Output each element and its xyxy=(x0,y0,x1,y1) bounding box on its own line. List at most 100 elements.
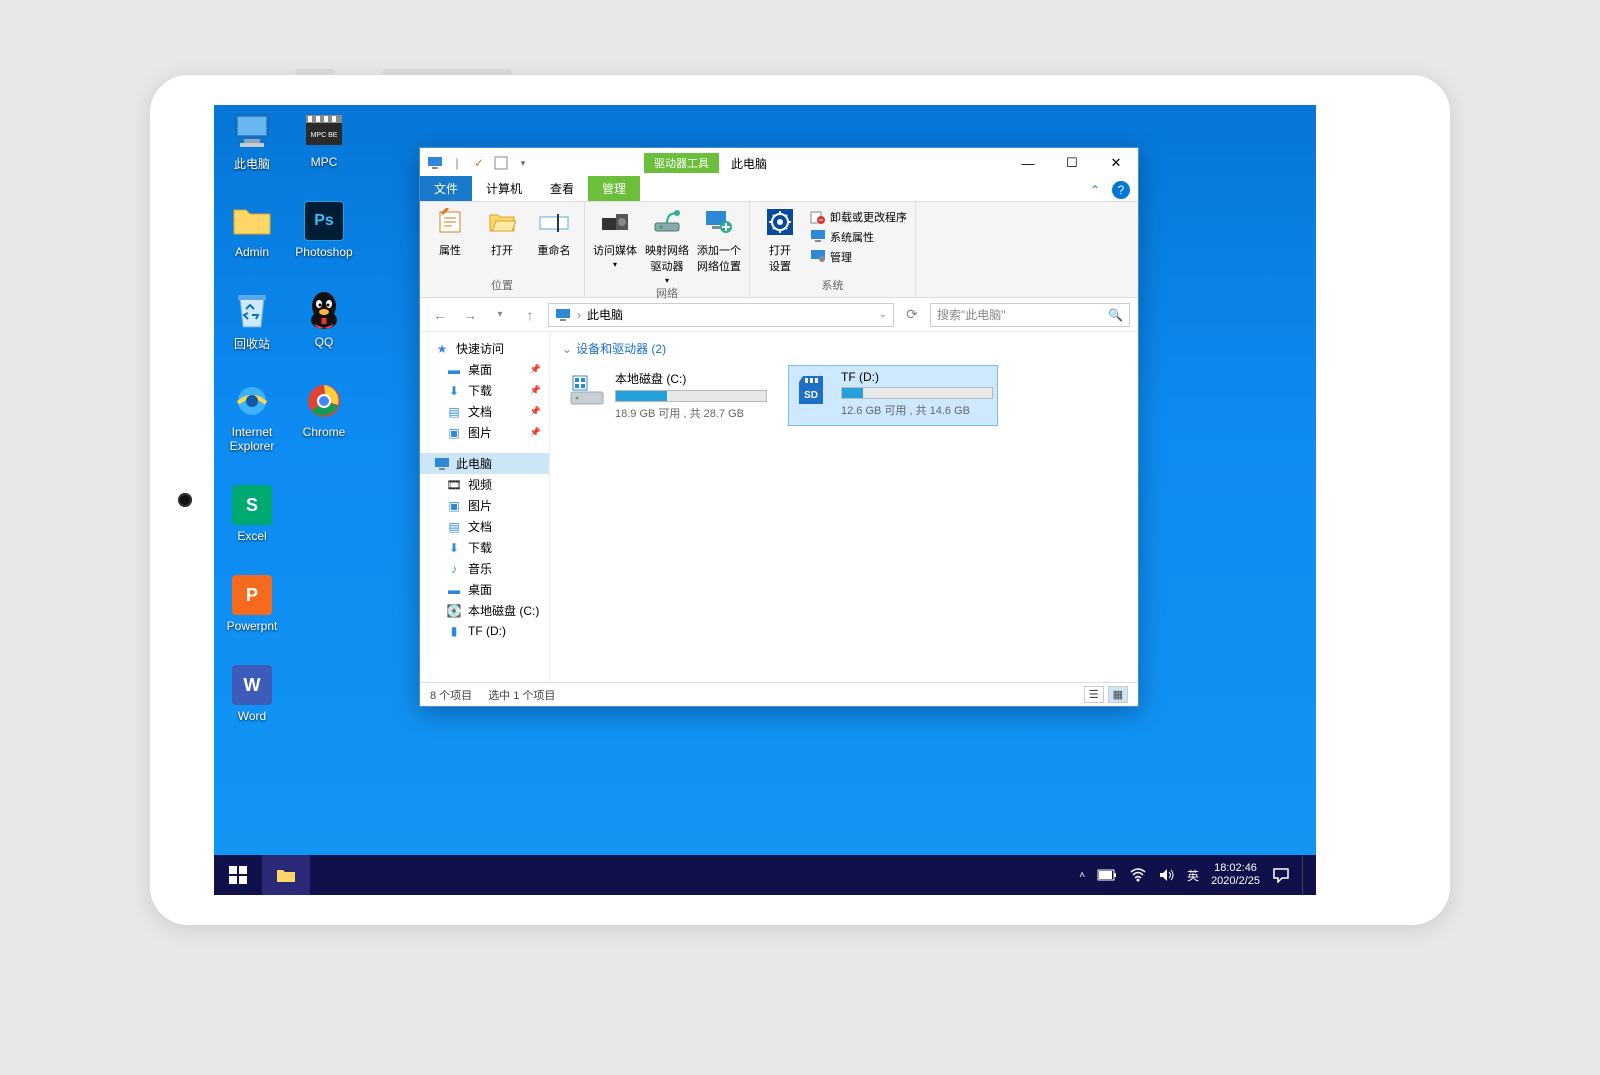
wifi-icon[interactable] xyxy=(1129,868,1147,882)
status-bar: 8 个项目 选中 1 个项目 ☰ ▦ xyxy=(420,682,1138,706)
ribbon-manage-button[interactable]: 管理 xyxy=(810,248,907,266)
view-details-button[interactable]: ☰ xyxy=(1084,686,1104,703)
ribbon-sysprops-button[interactable]: 系统属性 xyxy=(810,228,907,246)
start-button[interactable] xyxy=(214,855,262,895)
ribbon-media-button[interactable]: 访问媒体▾ xyxy=(593,206,637,269)
sidebar-drive-c[interactable]: 💽本地磁盘 (C:) xyxy=(420,600,549,621)
drive-name: 本地磁盘 (C:) xyxy=(615,370,767,387)
desktop-icon: ▬ xyxy=(446,582,462,598)
download-icon: ⬇ xyxy=(446,383,462,399)
desktop-icon-qq[interactable]: QQ xyxy=(286,291,362,349)
system-icon[interactable] xyxy=(426,154,444,172)
show-desktop-button[interactable] xyxy=(1302,855,1308,895)
explorer-window: | ✓ ▾ 驱动器工具 此电脑 — ☐ ✕ 文件 计算机 查看 管理 xyxy=(419,147,1139,707)
desktop-icon-label: Chrome xyxy=(286,425,362,439)
desktop-icon-label: MPC xyxy=(286,155,362,169)
sidebar-pictures[interactable]: ▣图片📌 xyxy=(420,422,549,443)
desktop-icon-recyclebin[interactable]: 回收站 xyxy=(214,291,290,352)
chrome-icon xyxy=(304,381,344,421)
desktop-icon-ie[interactable]: Internet Explorer xyxy=(214,381,290,453)
explorer-body: ★快速访问 ▬桌面📌 ⬇下载📌 ▤文档📌 ▣图片📌 此电脑 🎞视频 ▣图片 ▤文… xyxy=(420,332,1138,682)
nav-history-button[interactable]: ▾ xyxy=(488,303,512,327)
ribbon-tabs: 文件 计算机 查看 管理 ⌃ ? xyxy=(420,178,1138,202)
view-tiles-button[interactable]: ▦ xyxy=(1108,686,1128,703)
section-header[interactable]: ⌄设备和驱动器 (2) xyxy=(562,340,1126,357)
map-drive-icon xyxy=(651,206,683,238)
desktop-icon-powerpnt[interactable]: P Powerpnt xyxy=(214,575,290,633)
drive-icon: 💽 xyxy=(446,603,462,619)
titlebar[interactable]: | ✓ ▾ 驱动器工具 此电脑 — ☐ ✕ xyxy=(420,148,1138,178)
divider-icon: | xyxy=(448,154,466,172)
sysprops-icon xyxy=(810,229,826,245)
qat-properties-icon[interactable]: ✓ xyxy=(470,154,488,172)
sidebar-documents[interactable]: ▤文档📌 xyxy=(420,401,549,422)
ribbon-addloc-button[interactable]: 添加一个 网络位置 xyxy=(697,206,741,274)
ime-indicator[interactable]: 英 xyxy=(1187,867,1199,884)
clock-date: 2020/2/25 xyxy=(1211,875,1260,888)
desktop-icon-chrome[interactable]: Chrome xyxy=(286,381,362,439)
pin-icon: 📌 xyxy=(530,385,541,396)
volume-icon[interactable] xyxy=(1159,868,1175,882)
star-icon: ★ xyxy=(434,341,450,357)
sidebar-desktop[interactable]: ▬桌面📌 xyxy=(420,359,549,380)
desktop-icon-label: 此电脑 xyxy=(214,155,290,172)
ribbon-settings-button[interactable]: 打开 设置 xyxy=(758,206,802,274)
sidebar-music[interactable]: ♪音乐 xyxy=(420,558,549,579)
desktop-icon-this-pc[interactable]: 此电脑 xyxy=(214,111,290,172)
desktop-icon-photoshop[interactable]: Ps Photoshop xyxy=(286,201,362,259)
tab-view[interactable]: 查看 xyxy=(536,176,588,201)
nav-back-button[interactable]: ← xyxy=(428,303,452,327)
tab-file[interactable]: 文件 xyxy=(420,176,472,201)
sidebar-drive-d[interactable]: ▮TF (D:) xyxy=(420,621,549,641)
ribbon-rename-button[interactable]: 重命名 xyxy=(532,206,576,258)
action-center-icon[interactable] xyxy=(1272,867,1290,883)
sidebar-downloads[interactable]: ⬇下载📌 xyxy=(420,380,549,401)
desktop-icon-label: QQ xyxy=(286,335,362,349)
tray-expand-icon[interactable]: ˄ xyxy=(1079,870,1085,881)
qat-item-icon[interactable] xyxy=(492,154,510,172)
close-button[interactable]: ✕ xyxy=(1094,148,1138,178)
desktop-icon-mpc[interactable]: MPC BE MPC xyxy=(286,111,362,169)
sidebar-this-pc[interactable]: 此电脑 xyxy=(420,453,549,474)
search-input[interactable]: 搜索"此电脑" 🔍 xyxy=(930,303,1130,327)
nav-sidebar[interactable]: ★快速访问 ▬桌面📌 ⬇下载📌 ▤文档📌 ▣图片📌 此电脑 🎞视频 ▣图片 ▤文… xyxy=(420,332,550,682)
desktop-icon-word[interactable]: W Word xyxy=(214,665,290,723)
refresh-button[interactable]: ⟳ xyxy=(900,303,924,327)
taskbar-clock[interactable]: 18:02:46 2020/2/25 xyxy=(1211,862,1260,888)
help-icon[interactable]: ? xyxy=(1112,181,1130,199)
ribbon-collapse-icon[interactable]: ⌃ xyxy=(1090,183,1100,197)
tablet-camera xyxy=(178,493,192,507)
content-pane[interactable]: ⌄设备和驱动器 (2) 本地磁盘 (C:) 18.9 GB 可用 , 共 28.… xyxy=(550,332,1138,682)
drive-c[interactable]: 本地磁盘 (C:) 18.9 GB 可用 , 共 28.7 GB xyxy=(562,365,772,426)
video-icon: 🎞 xyxy=(446,477,462,493)
drive-d[interactable]: SD TF (D:) 12.6 GB 可用 , 共 14.6 GB xyxy=(788,365,998,426)
search-icon: 🔍 xyxy=(1108,308,1123,322)
sidebar-documents2[interactable]: ▤文档 xyxy=(420,516,549,537)
sd-card-icon: SD xyxy=(793,370,833,410)
nav-forward-button[interactable]: → xyxy=(458,303,482,327)
ribbon: 属性 打开 重命名 位置 访问媒体▾ 映射网络 驱动器▾ 添加一个 网络位置 网… xyxy=(420,202,1138,298)
rename-icon xyxy=(538,206,570,238)
taskbar-explorer-button[interactable] xyxy=(262,855,310,895)
battery-icon[interactable] xyxy=(1097,869,1117,881)
desktop-icon-excel[interactable]: S Excel xyxy=(214,485,290,543)
ribbon-open-button[interactable]: 打开 xyxy=(480,206,524,258)
nav-up-button[interactable]: ↑ xyxy=(518,303,542,327)
ribbon-map-button[interactable]: 映射网络 驱动器▾ xyxy=(645,206,689,285)
desktop-icon-admin[interactable]: Admin xyxy=(214,201,290,259)
tab-manage[interactable]: 管理 xyxy=(588,176,640,201)
mpc-icon: MPC BE xyxy=(304,111,344,151)
tab-computer[interactable]: 计算机 xyxy=(472,176,536,201)
desktop-icon-label: Photoshop xyxy=(286,245,362,259)
sidebar-desktop2[interactable]: ▬桌面 xyxy=(420,579,549,600)
sidebar-quick-access[interactable]: ★快速访问 xyxy=(420,338,549,359)
sidebar-videos[interactable]: 🎞视频 xyxy=(420,474,549,495)
sidebar-downloads2[interactable]: ⬇下载 xyxy=(420,537,549,558)
ribbon-properties-button[interactable]: 属性 xyxy=(428,206,472,258)
minimize-button[interactable]: — xyxy=(1006,148,1050,178)
maximize-button[interactable]: ☐ xyxy=(1050,148,1094,178)
sidebar-pictures2[interactable]: ▣图片 xyxy=(420,495,549,516)
qat-dropdown-icon[interactable]: ▾ xyxy=(514,154,532,172)
ribbon-uninstall-button[interactable]: 卸载或更改程序 xyxy=(810,208,907,226)
address-input[interactable]: › 此电脑 ⌄ xyxy=(548,303,894,327)
